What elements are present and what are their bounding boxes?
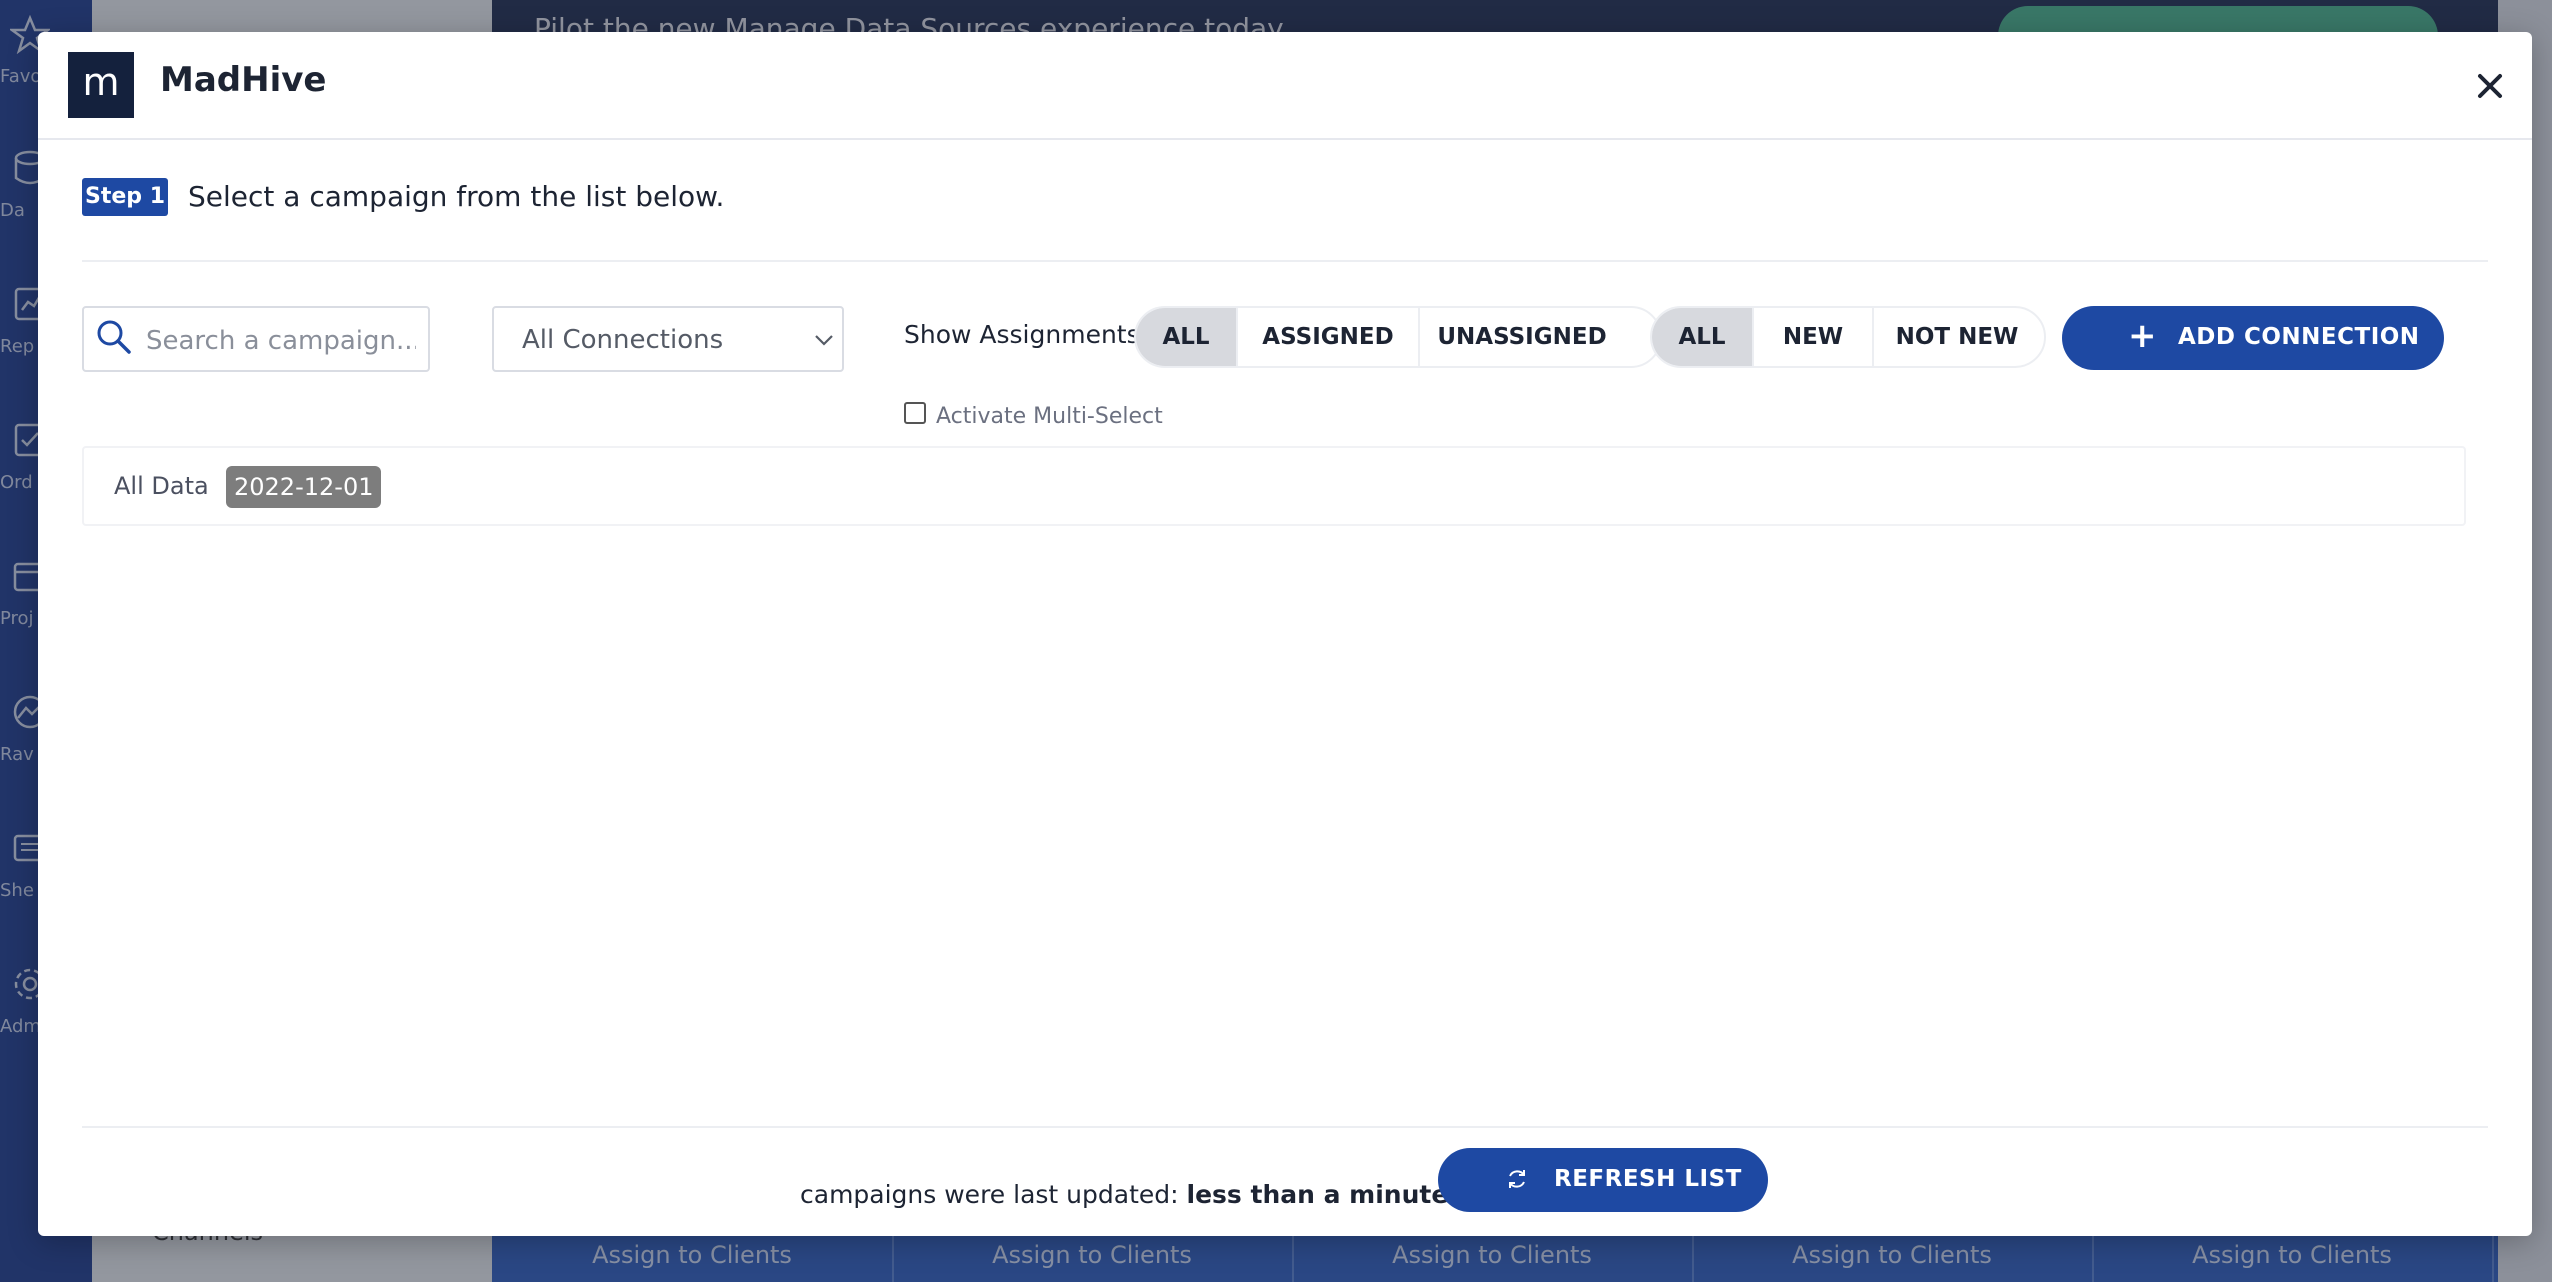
date-chip[interactable]: 2022-12-01 bbox=[226, 466, 382, 508]
connections-dropdown[interactable]: All Connections bbox=[492, 306, 844, 372]
plus-icon: + bbox=[2128, 316, 2157, 356]
madhive-logo: m bbox=[68, 52, 134, 118]
search-icon bbox=[97, 320, 131, 354]
divider bbox=[82, 260, 2488, 262]
madhive-modal: m MadHive Step 1 Select a campaign from … bbox=[38, 32, 2532, 1236]
data-filter-row: All Data 2022-12-01 bbox=[82, 446, 2466, 526]
modal-title: MadHive bbox=[160, 60, 327, 100]
show-assignments-label: Show Assignments: bbox=[904, 320, 1149, 349]
last-updated-prefix: campaigns were last updated: bbox=[800, 1180, 1179, 1209]
multi-select-label[interactable]: Activate Multi-Select bbox=[936, 404, 1163, 429]
newness-filter-group: ALL NEW NOT NEW bbox=[1650, 306, 2046, 368]
filter-newness-all[interactable]: ALL bbox=[1652, 308, 1754, 366]
add-connection-button[interactable]: + ADD CONNECTION bbox=[2062, 306, 2444, 370]
filter-new[interactable]: NEW bbox=[1754, 308, 1874, 366]
filter-not-new[interactable]: NOT NEW bbox=[1874, 308, 2040, 366]
multi-select-checkbox[interactable] bbox=[904, 402, 926, 424]
chevron-down-icon bbox=[815, 335, 833, 346]
refresh-icon bbox=[1509, 1170, 1525, 1188]
filter-unassigned[interactable]: UNASSIGNED bbox=[1420, 308, 1624, 366]
assignment-filter-group: ALL ASSIGNED UNASSIGNED bbox=[1134, 306, 1662, 368]
all-data-link[interactable]: All Data bbox=[114, 472, 209, 500]
filter-assigned[interactable]: ASSIGNED bbox=[1238, 308, 1420, 366]
refresh-list-label: REFRESH LIST bbox=[1554, 1166, 1742, 1192]
last-updated-status: campaigns were last updated: less than a… bbox=[800, 1180, 1509, 1209]
step-badge: Step 1 bbox=[82, 178, 168, 216]
modal-header: m MadHive bbox=[38, 32, 2532, 140]
filter-assignment-all[interactable]: ALL bbox=[1136, 308, 1238, 366]
divider bbox=[82, 1126, 2488, 1128]
connections-selected-value: All Connections bbox=[522, 325, 724, 355]
close-icon[interactable] bbox=[2470, 66, 2510, 106]
add-connection-label: ADD CONNECTION bbox=[2178, 324, 2420, 350]
campaign-search-box[interactable] bbox=[82, 306, 430, 372]
refresh-list-button[interactable]: REFRESH LIST bbox=[1438, 1148, 1768, 1212]
step-instruction: Select a campaign from the list below. bbox=[188, 180, 725, 213]
campaign-search-input[interactable] bbox=[144, 318, 418, 364]
